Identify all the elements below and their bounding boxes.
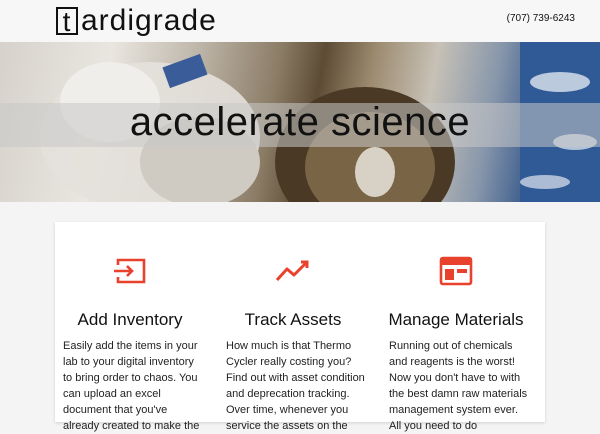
features-card: Add Inventory Easily add the items in yo… xyxy=(55,222,545,432)
hero-title: accelerate science xyxy=(129,100,471,144)
feature-description: Running out of chemicals and reagents is… xyxy=(389,340,528,432)
logo-wordmark: ardigrade xyxy=(81,4,217,37)
phone-number[interactable]: (707) 739-6243 xyxy=(507,13,575,24)
tardigrade-logo[interactable]: t ardigrade xyxy=(56,4,217,38)
feature-title: Manage Materials xyxy=(388,310,524,329)
feature-title: Track Assets xyxy=(244,310,342,329)
hero-banner: accelerate science xyxy=(0,42,600,202)
site-header: t ardigrade (707) 739-6243 xyxy=(0,0,600,42)
feature-description: How much is that Thermo Cycler really co… xyxy=(226,340,365,432)
logo-initial: t xyxy=(56,7,78,36)
browser-window-icon xyxy=(438,256,474,286)
feature-title: Add Inventory xyxy=(77,310,183,329)
import-icon xyxy=(112,256,148,286)
trend-line-icon xyxy=(275,256,311,286)
feature-description: Easily add the items in your lab to your… xyxy=(63,340,200,432)
